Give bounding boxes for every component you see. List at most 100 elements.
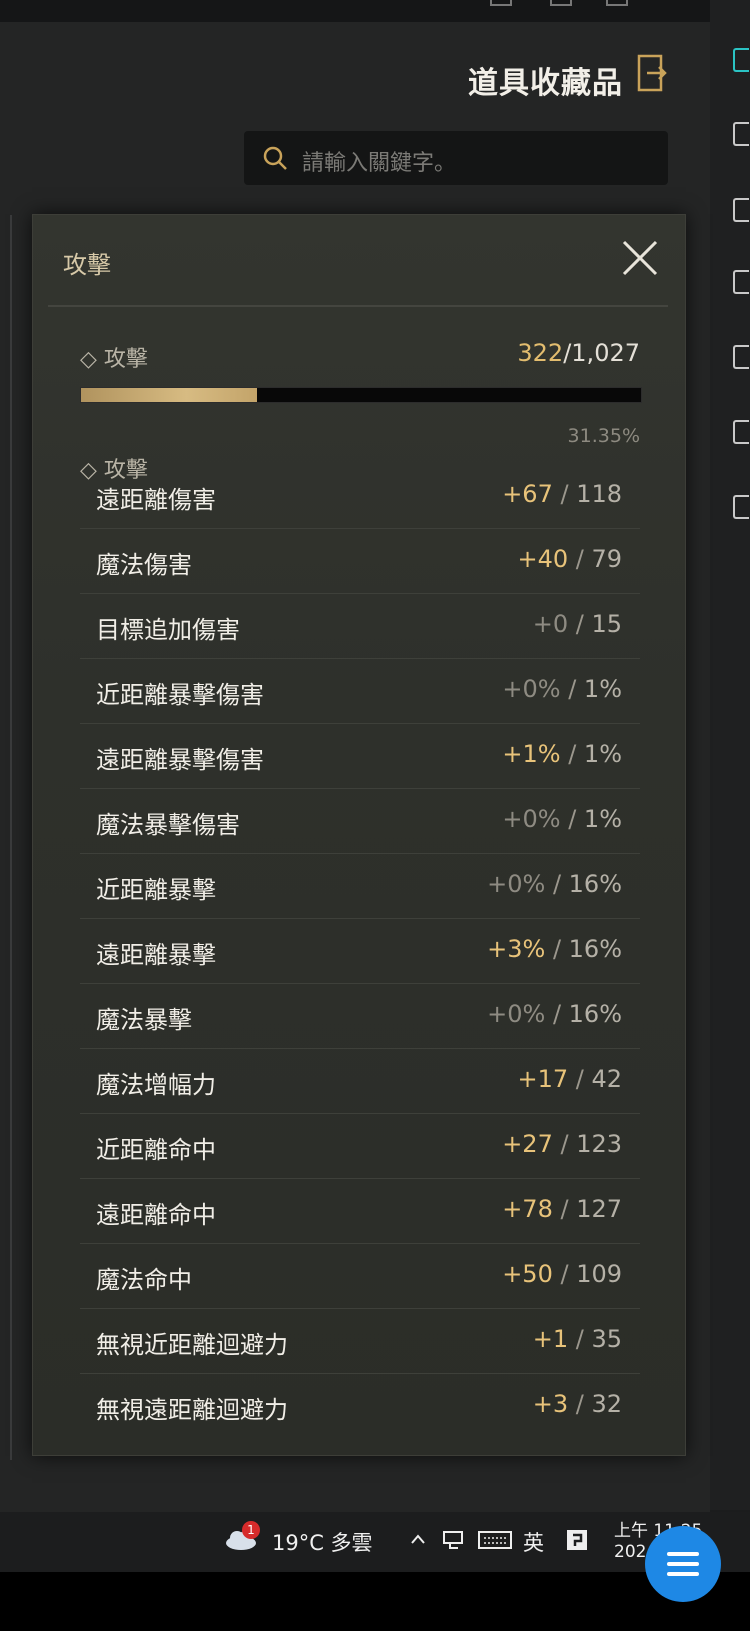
stat-bonus: +78 [502, 1195, 553, 1223]
stat-separator: / [545, 935, 569, 963]
menu-button[interactable] [645, 1526, 721, 1602]
stat-row: 近距離暴擊 +0% / 16% [80, 854, 640, 919]
stat-name: 近距離暴擊 [96, 876, 216, 904]
stat-name: 魔法暴擊 [96, 1006, 192, 1034]
stat-name: 近距離命中 [96, 1136, 216, 1164]
stat-value: +17 / 42 [517, 1065, 622, 1093]
progress-bar-fill [81, 388, 257, 402]
stat-bonus: +0 [532, 610, 569, 638]
summary-current: 322 [517, 339, 564, 367]
stat-row: 魔法暴擊傷害 +0% / 1% [80, 789, 640, 854]
search-icon [263, 146, 287, 170]
weather-text[interactable]: 19°C 多雲 [272, 1527, 373, 1557]
stat-bonus: +0% [502, 675, 561, 703]
stat-value: +3 / 32 [533, 1390, 622, 1418]
stat-max: 1% [583, 740, 622, 768]
toolbar-gamepad-icon[interactable] [733, 270, 749, 294]
stat-row: 遠距離傷害 +67 / 118 [80, 480, 640, 529]
stat-max: 16% [568, 870, 622, 898]
stat-row: 近距離暴擊傷害 +0% / 1% [80, 659, 640, 724]
stat-max: 16% [568, 935, 622, 963]
stat-max: 32 [591, 1390, 622, 1418]
stat-name: 魔法增幅力 [96, 1071, 216, 1099]
stat-row: 無視遠距離迴避力 +3 / 32 [80, 1374, 640, 1438]
stat-name: 無視遠距離迴避力 [96, 1396, 288, 1424]
stat-separator: / [552, 1195, 577, 1223]
stat-row: 魔法命中 +50 / 109 [80, 1244, 640, 1309]
clock-date[interactable]: 202 [614, 1542, 646, 1562]
progress-percent: 31.35% [567, 425, 640, 447]
stat-name: 遠距離傷害 [96, 486, 216, 514]
right-toolbar [710, 0, 750, 1510]
stat-max: 127 [576, 1195, 622, 1223]
stat-value: +1 / 35 [533, 1325, 622, 1353]
stat-max: 16% [568, 1000, 622, 1028]
stat-value: +3% / 16% [487, 935, 622, 963]
toolbar-window-icon[interactable] [733, 420, 749, 444]
toolbar-chat-icon[interactable] [733, 122, 749, 146]
toolbar-crop-icon[interactable] [733, 345, 749, 369]
stat-name: 目標追加傷害 [96, 616, 240, 644]
stat-separator: / [568, 1065, 592, 1093]
stat-separator: / [568, 1325, 592, 1353]
minimize-icon[interactable] [490, 0, 512, 6]
maximize-icon[interactable] [550, 0, 572, 6]
stat-bonus: +0% [487, 870, 546, 898]
stat-max: 118 [576, 480, 622, 508]
stat-bonus: +1 [532, 1325, 569, 1353]
exit-icon[interactable] [637, 54, 667, 92]
stat-max: 35 [591, 1325, 622, 1353]
stat-bonus: +27 [502, 1130, 553, 1158]
stat-separator: / [560, 740, 584, 768]
divider [48, 305, 668, 307]
stat-name: 遠距離暴擊傷害 [96, 746, 264, 774]
toolbar-folder-icon[interactable] [733, 495, 749, 519]
stat-separator: / [545, 870, 569, 898]
stat-bonus: +0% [487, 1000, 546, 1028]
stat-name: 遠距離命中 [96, 1201, 216, 1229]
toolbar-volume-icon[interactable] [733, 198, 749, 222]
stat-row: 魔法暴擊 +0% / 16% [80, 984, 640, 1049]
stat-bonus: +17 [517, 1065, 569, 1093]
stat-name: 魔法暴擊傷害 [96, 811, 240, 839]
stat-bonus: +40 [517, 545, 569, 573]
network-icon[interactable] [442, 1530, 466, 1550]
stat-value: +0% / 1% [502, 675, 622, 703]
toolbar-screen-icon[interactable] [733, 48, 749, 72]
stat-separator: / [568, 1390, 592, 1418]
summary-value: 322/1,027 [505, 339, 640, 367]
stat-separator: / [568, 545, 592, 573]
stat-separator: / [552, 1130, 577, 1158]
stat-bonus: +50 [502, 1260, 553, 1288]
stat-value: +67 / 118 [502, 480, 622, 508]
stat-name: 魔法命中 [96, 1266, 192, 1294]
stat-value: +50 / 109 [502, 1260, 622, 1288]
menu-icon-line [667, 1572, 699, 1576]
progress-bar [80, 387, 642, 403]
stat-name: 近距離暴擊傷害 [96, 681, 264, 709]
stat-bonus: +1% [502, 740, 561, 768]
stat-bonus: +67 [502, 480, 553, 508]
menu-icon [667, 1552, 699, 1556]
stat-bonus: +3% [487, 935, 546, 963]
stat-row: 近距離命中 +27 / 123 [80, 1114, 640, 1179]
stat-row: 遠距離暴擊傷害 +1% / 1% [80, 724, 640, 789]
close-icon[interactable] [620, 238, 660, 278]
stat-bonus: +3 [532, 1390, 569, 1418]
stat-value: +1% / 1% [502, 740, 622, 768]
stat-list[interactable]: 遠距離傷害 +67 / 118 魔法傷害 +40 / 79 目標追加傷害 +0 / 15 近… [80, 480, 640, 1438]
menu-icon-line [667, 1562, 699, 1566]
restore-icon[interactable] [606, 0, 628, 6]
chevron-up-icon[interactable] [410, 1533, 426, 1545]
stat-value: +0% / 1% [502, 805, 622, 833]
stat-name: 魔法傷害 [96, 551, 192, 579]
keyboard-icon[interactable] [478, 1530, 512, 1550]
stat-row: 遠距離命中 +78 / 127 [80, 1179, 640, 1244]
stat-separator: / [552, 480, 577, 508]
ime-indicator[interactable]: 英 [523, 1527, 544, 1557]
summary-label: ◇ 攻擊 [80, 347, 148, 372]
weather-badge: 1 [242, 1521, 260, 1539]
stat-value: +0% / 16% [487, 1000, 622, 1028]
stat-bonus: +0% [502, 805, 561, 833]
app-tray-icon[interactable] [566, 1529, 588, 1551]
